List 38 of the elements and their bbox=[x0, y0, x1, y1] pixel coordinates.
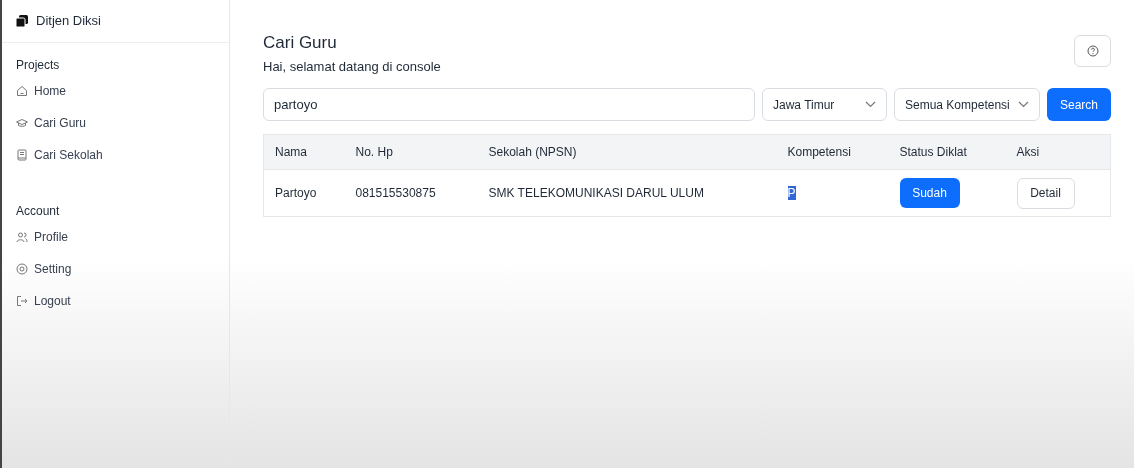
table-cell: P bbox=[787, 186, 796, 200]
search-button[interactable]: Search bbox=[1047, 88, 1111, 121]
sidebar-item[interactable]: Profile bbox=[16, 221, 215, 253]
column-header: Aksi bbox=[1016, 145, 1040, 159]
sidebar-item[interactable]: Home bbox=[16, 75, 215, 107]
users-icon bbox=[16, 231, 28, 243]
column-header: Nama bbox=[275, 145, 307, 159]
table-cell: SMK TELEKOMUNIKASI DARUL ULUM bbox=[488, 186, 704, 200]
brand-name: Ditjen Diksi bbox=[36, 12, 101, 31]
sidebar-item[interactable]: Cari Sekolah bbox=[16, 139, 215, 171]
table-cell: Partoyo bbox=[275, 186, 317, 200]
page-subtitle: Hai, selamat datang di console bbox=[263, 57, 441, 76]
competency-dropdown[interactable]: Semua Kompetensi bbox=[894, 88, 1040, 121]
column-header: Sekolah (NPSN) bbox=[488, 145, 577, 159]
search-field[interactable]: partoyo bbox=[263, 88, 755, 121]
province-dropdown[interactable]: Jawa Timur bbox=[762, 88, 887, 121]
graduation-cap-icon bbox=[16, 117, 28, 129]
book-icon bbox=[16, 149, 28, 161]
help-button[interactable] bbox=[1074, 35, 1111, 67]
home-icon bbox=[16, 85, 28, 97]
column-header: No. Hp bbox=[355, 145, 393, 159]
section-heading: Account bbox=[16, 203, 61, 220]
page-title: Cari Guru bbox=[263, 32, 338, 54]
column-header: Kompetensi bbox=[787, 145, 851, 159]
sidebar-item[interactable]: Cari Guru bbox=[16, 107, 215, 139]
detail-button[interactable]: Detail bbox=[1016, 177, 1075, 209]
sidebar-item[interactable]: Logout bbox=[16, 285, 215, 317]
chevron-down-icon bbox=[1018, 101, 1029, 108]
logo-icon bbox=[16, 15, 28, 27]
column-header: Status Diklat bbox=[899, 145, 967, 159]
table-cell: 081515530875 bbox=[355, 186, 436, 200]
help-icon bbox=[1086, 45, 1099, 57]
logout-icon bbox=[16, 295, 28, 307]
section-heading: Projects bbox=[16, 57, 61, 74]
settings-icon bbox=[16, 263, 28, 275]
sidebar-item[interactable]: Setting bbox=[16, 253, 215, 285]
status-button[interactable]: Sudah bbox=[899, 178, 960, 208]
chevron-down-icon bbox=[865, 101, 876, 108]
